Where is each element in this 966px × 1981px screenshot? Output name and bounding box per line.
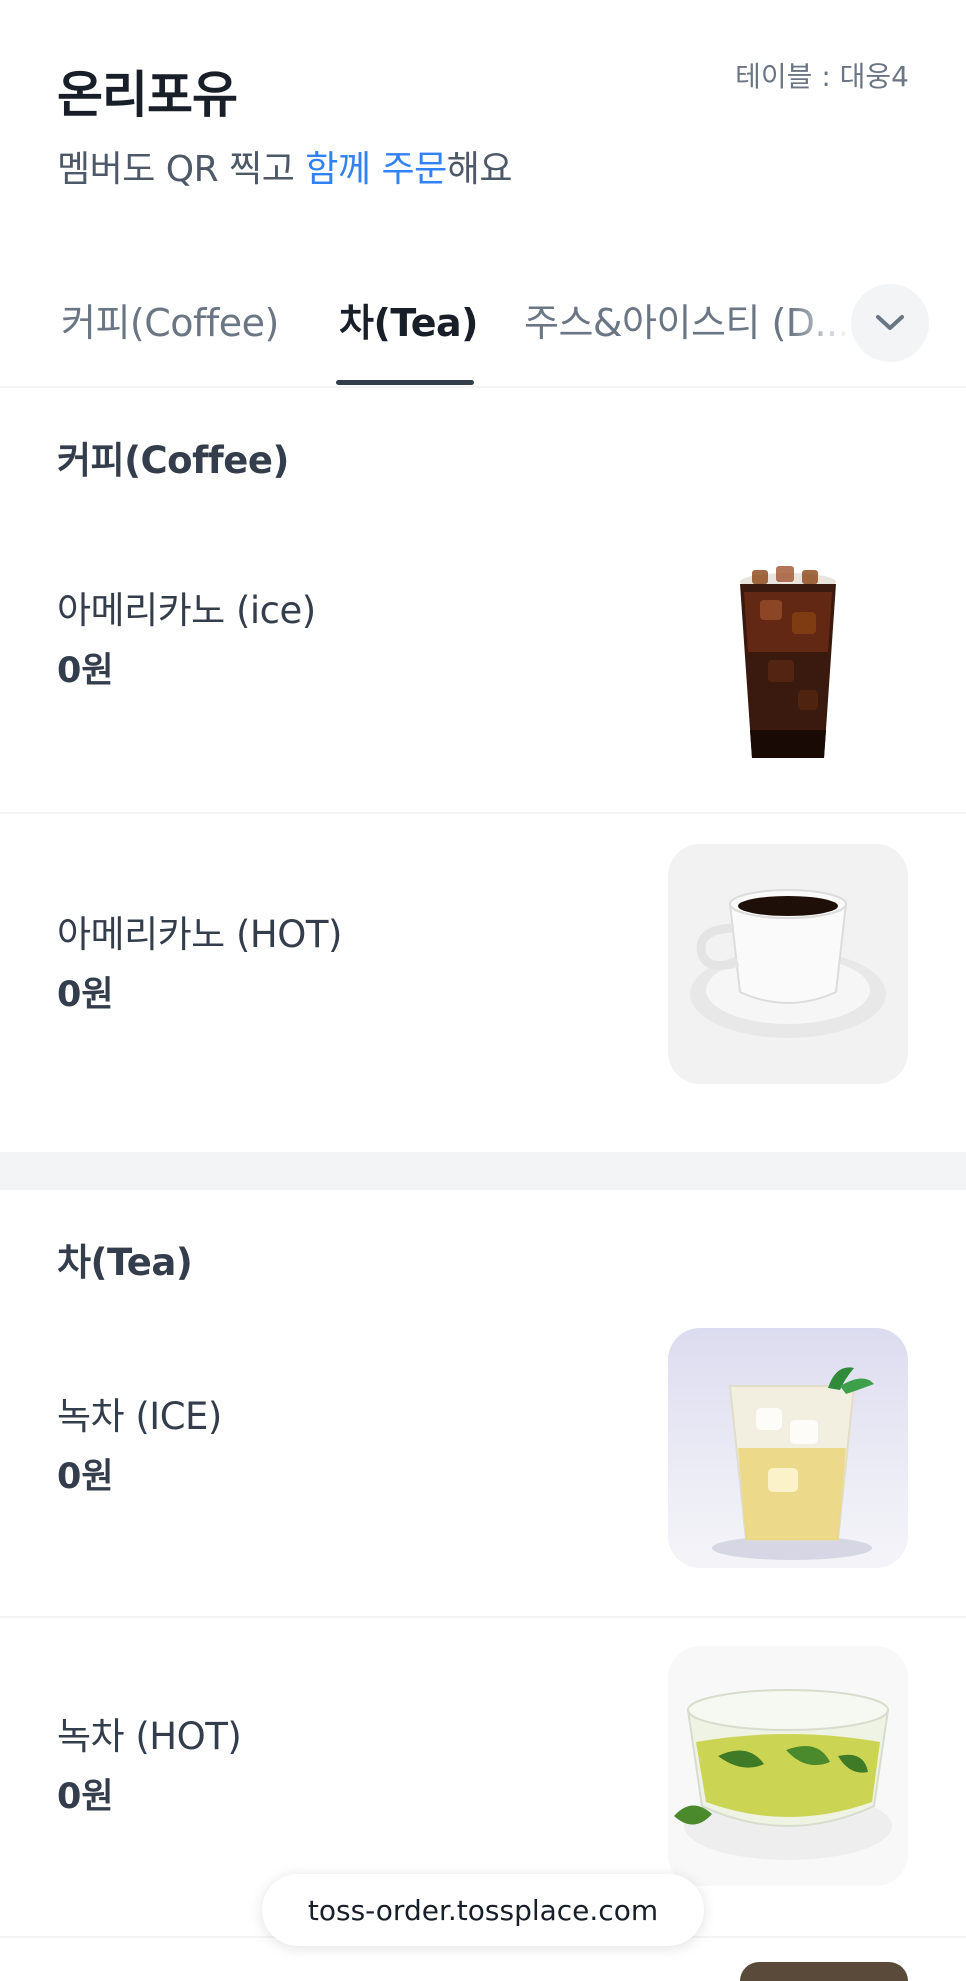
menu-item-hot-americano[interactable]: 아메리카노 (HOT) 0원: [0, 814, 966, 1150]
chevron-down-icon: [876, 315, 904, 330]
hot-coffee-icon: [690, 889, 886, 1038]
item-name: 아메리카노 (HOT): [57, 913, 342, 956]
menu-item-iced-americano[interactable]: 아메리카노 (ice) 0원: [0, 510, 966, 812]
expand-categories-button[interactable]: [851, 284, 929, 362]
item-price: 0원: [57, 975, 114, 1015]
url-pill: toss-order.tossplace.com: [262, 1874, 704, 1946]
menu-item-green-tea-ice[interactable]: 녹차 (ICE) 0원: [0, 1300, 966, 1616]
iced-coffee-icon: [740, 566, 836, 758]
item-image: [668, 1646, 908, 1886]
store-name: 온리포유: [57, 66, 238, 124]
active-tab-indicator: [336, 380, 474, 385]
item-price: 0원: [57, 651, 114, 691]
subtitle-highlight: 함께 주문: [305, 149, 447, 190]
item-name: 아메리카노 (ice): [57, 589, 316, 632]
subtitle-prefix: 멤버도 QR 찍고: [57, 149, 306, 190]
table-label: 테이블 : 대웅4: [735, 60, 909, 93]
item-name: 녹차 (ICE): [57, 1395, 222, 1438]
next-item-image-peek: [740, 1962, 908, 1981]
header: 온리포유 테이블 : 대웅4 멤버도 QR 찍고 함께 주문해요: [0, 0, 966, 260]
item-image: [668, 540, 908, 780]
green-tea-icon: [674, 1689, 892, 1860]
item-image: [668, 844, 908, 1084]
item-image: [668, 1328, 908, 1568]
tab-fade: [790, 270, 850, 380]
iced-tea-icon: [712, 1367, 874, 1560]
section-title-tea: 차(Tea): [57, 1241, 193, 1284]
subtitle-suffix: 해요: [446, 149, 513, 190]
tab-coffee[interactable]: 커피(Coffee): [61, 292, 279, 347]
section-gap: [0, 1152, 966, 1190]
subtitle: 멤버도 QR 찍고 함께 주문해요: [57, 140, 512, 192]
category-tabs: 커피(Coffee) 차(Tea) 주스&아이스티 (D...: [0, 270, 966, 388]
section-title-coffee: 커피(Coffee): [57, 439, 289, 482]
tab-tea[interactable]: 차(Tea): [339, 292, 478, 347]
item-price: 0원: [57, 1777, 114, 1817]
item-name: 녹차 (HOT): [57, 1715, 242, 1758]
item-price: 0원: [57, 1457, 114, 1497]
